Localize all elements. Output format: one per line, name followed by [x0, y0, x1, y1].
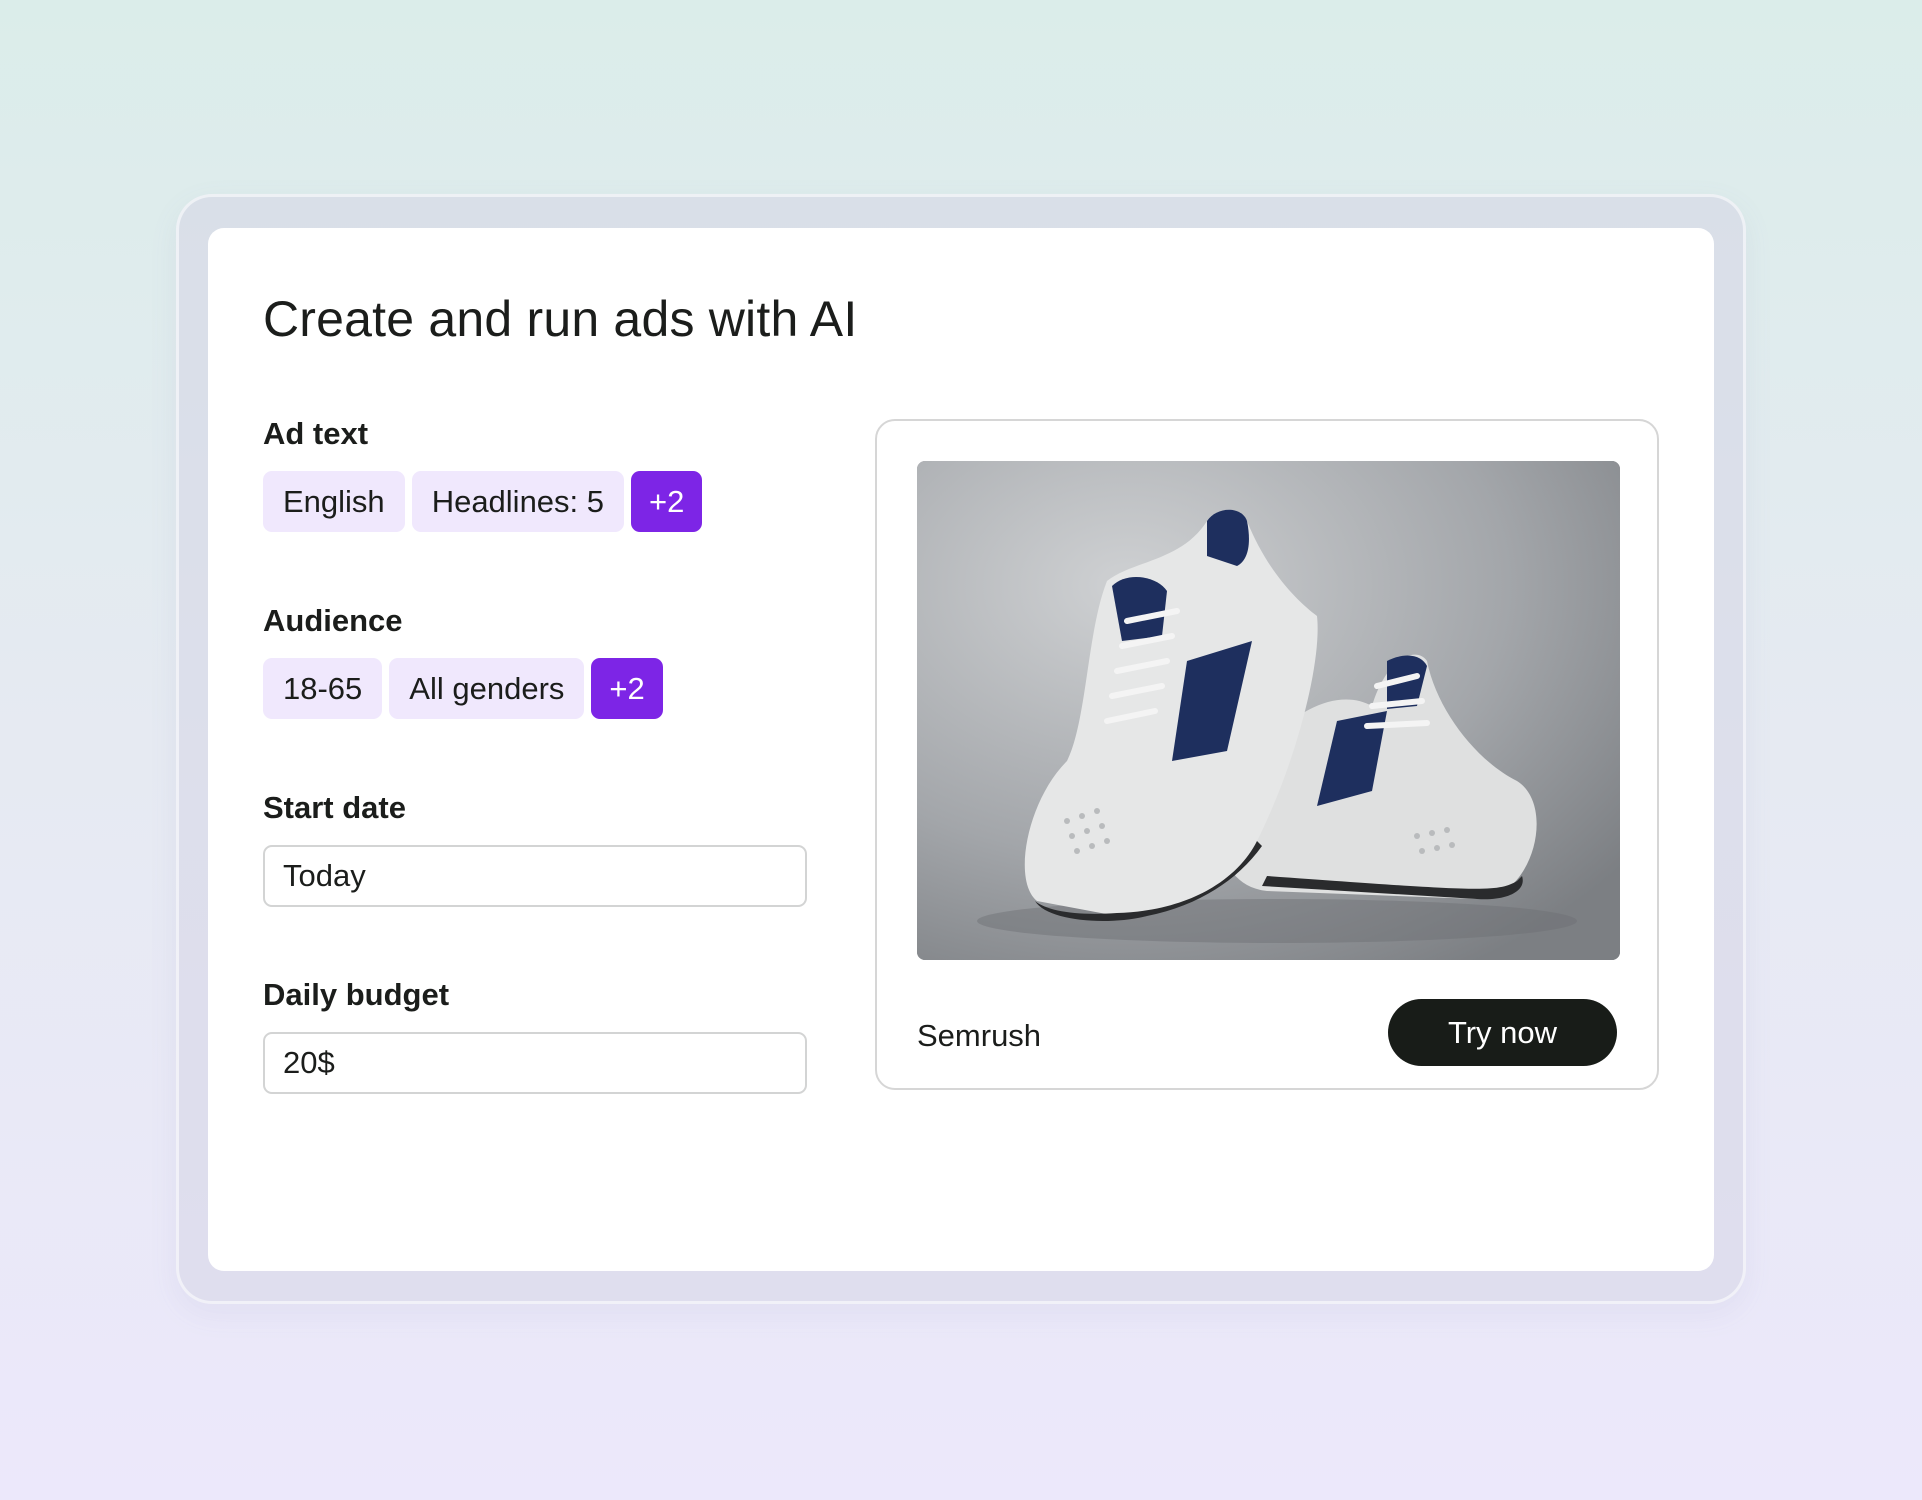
- ad-text-chips: English Headlines: 5 +2: [263, 471, 703, 532]
- daily-budget-label: Daily budget: [263, 977, 450, 1012]
- audience-more-chip[interactable]: +2: [591, 658, 663, 719]
- audience-label: Audience: [263, 603, 403, 638]
- ad-text-more-chip[interactable]: +2: [631, 471, 703, 532]
- ad-preview-card: Semrush Try now: [875, 419, 1659, 1090]
- page-title: Create and run ads with AI: [263, 291, 858, 347]
- brand-name: Semrush: [917, 1018, 1042, 1053]
- language-chip[interactable]: English: [263, 471, 405, 532]
- headlines-chip[interactable]: Headlines: 5: [411, 471, 625, 532]
- gender-chip[interactable]: All genders: [389, 658, 585, 719]
- start-date-label: Start date: [263, 790, 406, 825]
- try-now-button[interactable]: Try now: [1388, 999, 1617, 1066]
- daily-budget-field[interactable]: 20$: [263, 1032, 807, 1094]
- sneakers-image: [917, 461, 1620, 960]
- audience-chips: 18-65 All genders +2: [263, 658, 663, 719]
- age-range-chip[interactable]: 18-65: [263, 658, 383, 719]
- start-date-field[interactable]: Today: [263, 845, 807, 907]
- ad-text-label: Ad text: [263, 416, 369, 451]
